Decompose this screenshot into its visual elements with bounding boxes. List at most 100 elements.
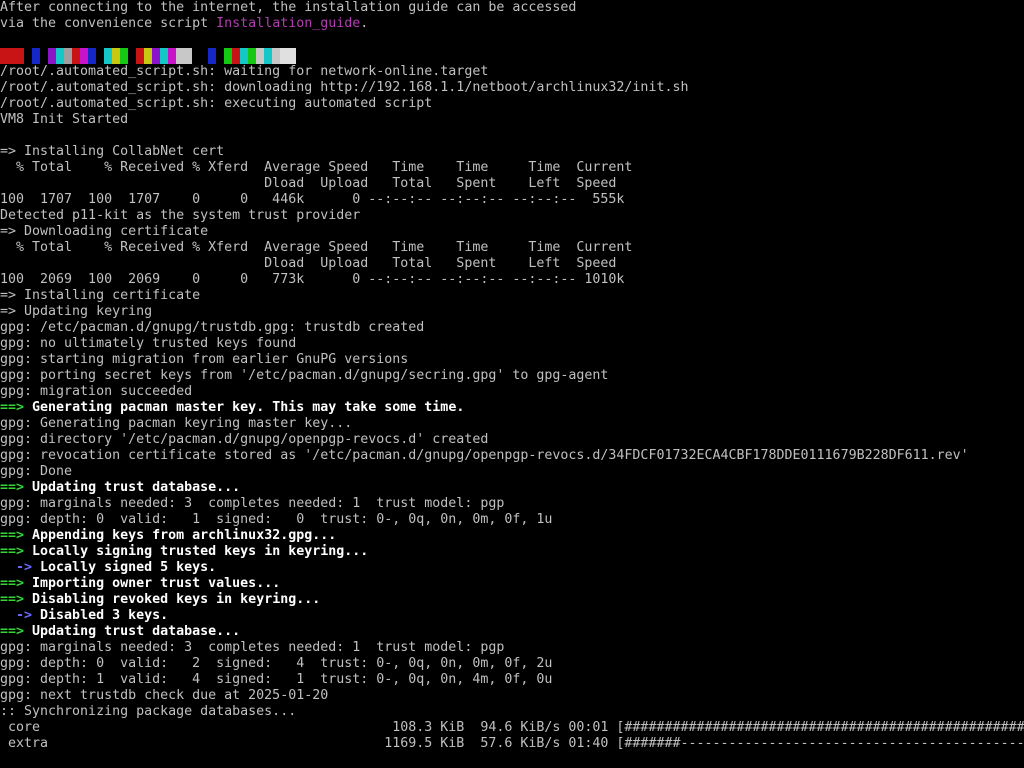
- terminal-text: ==>: [0, 592, 25, 607]
- palette-swatch: [248, 48, 256, 64]
- terminal-text: Generating pacman master key. This may t…: [24, 400, 465, 415]
- palette-swatch: [200, 48, 208, 64]
- palette-swatch: [224, 48, 232, 64]
- terminal-line: gpg: marginals needed: 3 completes neede…: [0, 640, 1024, 656]
- terminal-text: ==>: [0, 624, 25, 639]
- terminal-text: Dload Upload Total Spent Left Speed: [0, 176, 617, 191]
- palette-swatch: [8, 48, 16, 64]
- palette-swatch: [168, 48, 176, 64]
- terminal-line: => Downloading certificate: [0, 224, 1024, 240]
- palette-swatch: [296, 48, 304, 64]
- palette-swatch: [256, 48, 264, 64]
- palette-swatch: [24, 48, 32, 64]
- terminal-line: gpg: directory '/etc/pacman.d/gnupg/open…: [0, 432, 1024, 448]
- palette-swatch: [280, 48, 288, 64]
- terminal-line: ==> Generating pacman master key. This m…: [0, 400, 1024, 416]
- palette-swatch: [64, 48, 72, 64]
- terminal-line: -> Disabled 3 keys.: [0, 608, 1024, 624]
- palette-swatch: [32, 48, 40, 64]
- terminal-text: Updating trust database...: [24, 624, 241, 639]
- terminal-text: gpg: marginals needed: 3 completes neede…: [0, 640, 505, 655]
- palette-swatch: [48, 48, 56, 64]
- terminal-line: gpg: migration succeeded: [0, 384, 1024, 400]
- palette-swatch: [232, 48, 240, 64]
- terminal-line: extra 1169.5 KiB 57.6 KiB/s 01:40 [#####…: [0, 736, 1024, 752]
- terminal-line: gpg: revocation certificate stored as '/…: [0, 448, 1024, 464]
- terminal-line: Dload Upload Total Spent Left Speed: [0, 176, 1024, 192]
- terminal-text: ==>: [0, 480, 25, 495]
- terminal-line: 100 2069 100 2069 0 0 773k 0 --:--:-- --…: [0, 272, 1024, 288]
- terminal-text: /root/.automated_script.sh: waiting for …: [0, 64, 489, 79]
- terminal-text: Disabled 3 keys.: [32, 608, 169, 623]
- terminal-line: % Total % Received % Xferd Average Speed…: [0, 160, 1024, 176]
- terminal-text: Detected p11-kit as the system trust pro…: [0, 208, 361, 223]
- script-link-text: Installation_guide: [216, 16, 361, 31]
- terminal-line: gpg: /etc/pacman.d/gnupg/trustdb.gpg: tr…: [0, 320, 1024, 336]
- palette-swatch: [128, 48, 136, 64]
- palette-swatch: [88, 48, 96, 64]
- palette-swatch: [192, 48, 200, 64]
- terminal-line: /root/.automated_script.sh: downloading …: [0, 80, 1024, 96]
- terminal-line: After connecting to the internet, the in…: [0, 0, 1024, 16]
- terminal-text: ==>: [0, 400, 25, 415]
- palette-swatch: [208, 48, 216, 64]
- palette-swatch: [304, 48, 312, 64]
- terminal-text: % Total % Received % Xferd Average Speed…: [0, 160, 633, 175]
- terminal-line: gpg: depth: 1 valid: 4 signed: 1 trust: …: [0, 672, 1024, 688]
- terminal-text: gpg: starting migration from earlier Gnu…: [0, 352, 409, 367]
- terminal-text: VM8 Init Started: [0, 112, 129, 127]
- palette-swatch: [40, 48, 48, 64]
- terminal-line: ==> Updating trust database...: [0, 624, 1024, 640]
- terminal-text: gpg: Generating pacman keyring master ke…: [0, 416, 353, 431]
- terminal-text: :: Synchronizing package databases...: [0, 704, 297, 719]
- palette-swatch: [272, 48, 280, 64]
- terminal-text: gpg: depth: 0 valid: 1 signed: 0 trust: …: [0, 512, 553, 527]
- terminal-text: /root/.automated_script.sh: executing au…: [0, 96, 433, 111]
- terminal-text: gpg: directory '/etc/pacman.d/gnupg/open…: [0, 432, 489, 447]
- terminal-text: /root/.automated_script.sh: downloading …: [0, 80, 689, 95]
- terminal-line: gpg: marginals needed: 3 completes neede…: [0, 496, 1024, 512]
- terminal-line: -> Locally signed 5 keys.: [0, 560, 1024, 576]
- palette-swatch: [56, 48, 64, 64]
- terminal-text: .: [360, 16, 369, 31]
- palette-swatch: [72, 48, 80, 64]
- terminal-text: % Total % Received % Xferd Average Speed…: [0, 240, 633, 255]
- palette-swatch: [160, 48, 168, 64]
- terminal-text: ==>: [0, 528, 25, 543]
- palette-swatch: [312, 48, 320, 64]
- terminal-text: ==>: [0, 576, 25, 591]
- palette-swatch: [264, 48, 272, 64]
- terminal-line: => Installing certificate: [0, 288, 1024, 304]
- terminal-line: gpg: Done: [0, 464, 1024, 480]
- terminal-text: Importing owner trust values...: [24, 576, 281, 591]
- terminal-line: => Updating keyring: [0, 304, 1024, 320]
- terminal-text: Appending keys from archlinux32.gpg...: [24, 528, 337, 543]
- terminal-text: gpg: next trustdb check due at 2025-01-2…: [0, 688, 329, 703]
- palette-swatch: [136, 48, 144, 64]
- palette-swatch: [288, 48, 296, 64]
- terminal-line: /root/.automated_script.sh: waiting for …: [0, 64, 1024, 80]
- palette-swatch: [176, 48, 184, 64]
- terminal-text: Locally signed 5 keys.: [32, 560, 217, 575]
- palette-swatch: [152, 48, 160, 64]
- palette-swatch: [120, 48, 128, 64]
- terminal-text: 100 1707 100 1707 0 0 446k 0 --:--:-- --…: [0, 192, 625, 207]
- palette-swatch: [216, 48, 224, 64]
- terminal-line: gpg: Generating pacman keyring master ke…: [0, 416, 1024, 432]
- palette-swatch: [320, 48, 328, 64]
- terminal-console: After connecting to the internet, the in…: [0, 0, 1024, 768]
- terminal-line: core 108.3 KiB 94.6 KiB/s 00:01 [#######…: [0, 720, 1024, 736]
- terminal-line: ==> Locally signing trusted keys in keyr…: [0, 544, 1024, 560]
- palette-swatch: [144, 48, 152, 64]
- terminal-text: gpg: marginals needed: 3 completes neede…: [0, 496, 505, 511]
- terminal-line: gpg: depth: 0 valid: 1 signed: 0 trust: …: [0, 512, 1024, 528]
- terminal-text: gpg: no ultimately trusted keys found: [0, 336, 297, 351]
- terminal-line: % Total % Received % Xferd Average Speed…: [0, 240, 1024, 256]
- terminal-line: gpg: no ultimately trusted keys found: [0, 336, 1024, 352]
- terminal-text: gpg: Done: [0, 464, 73, 479]
- terminal-text: extra 1169.5 KiB 57.6 KiB/s 01:40 [#####…: [0, 736, 1024, 751]
- terminal-text: ->: [0, 560, 33, 575]
- terminal-text: => Installing CollabNet cert: [0, 144, 225, 159]
- terminal-text: gpg: porting secret keys from '/etc/pacm…: [0, 368, 609, 383]
- terminal-text: => Installing certificate: [0, 288, 201, 303]
